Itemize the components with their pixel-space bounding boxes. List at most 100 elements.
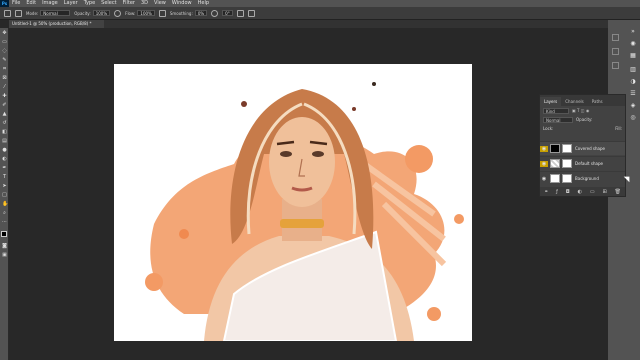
menu-3d[interactable]: 3D <box>138 0 151 7</box>
angle-field[interactable]: 0° <box>222 10 233 16</box>
adjustment-layer-icon[interactable]: ◐ <box>578 189 582 195</box>
layers-panel-icon[interactable]: ◈ <box>629 102 637 110</box>
flow-field[interactable]: 100% <box>137 10 155 16</box>
lasso-tool-icon[interactable]: ◌ <box>2 49 7 54</box>
marquee-tool-icon[interactable]: ▭ <box>2 40 7 45</box>
layers-panel-tabs: Layers Channels Paths <box>540 95 625 106</box>
filter-kind-select[interactable]: Kind <box>543 107 569 114</box>
color-panel-icon[interactable]: ◉ <box>629 40 637 48</box>
menu-layer[interactable]: Layer <box>61 0 81 7</box>
blend-mode-select[interactable]: Normal <box>543 116 573 123</box>
properties-panel-icon[interactable]: ☰ <box>629 90 637 98</box>
smoothing-gear-icon[interactable] <box>211 9 219 17</box>
layer-name[interactable]: Covered shape <box>575 146 605 151</box>
delete-layer-icon[interactable]: 🗑 <box>615 189 621 195</box>
symmetry-icon[interactable] <box>247 9 255 17</box>
screen-mode-icon[interactable]: ▣ <box>2 253 7 258</box>
brush-tool-icon[interactable]: ✐ <box>2 103 7 108</box>
splash-blob <box>427 307 441 321</box>
opacity-label: Opacity: <box>576 117 593 122</box>
pressure-opacity-icon[interactable] <box>114 9 122 17</box>
rectangle-tool-icon[interactable]: □ <box>2 193 7 198</box>
brush-preset-icon[interactable] <box>4 9 11 17</box>
layers-panel-footer: ⚭ ƒ ◘ ◐ ▭ ⊞ 🗑 <box>540 187 625 196</box>
paint-speck <box>372 82 376 86</box>
menu-window[interactable]: Window <box>169 0 195 7</box>
character-panel-icon[interactable] <box>612 62 619 69</box>
document-tab[interactable]: Untitled-1 @ 50% (production, RGB/8) * <box>9 20 104 28</box>
path-select-tool-icon[interactable]: ➤ <box>2 184 7 189</box>
collapse-panels-icon[interactable]: » <box>629 28 637 36</box>
filter-icons[interactable]: ▣ T ◫ ◉ <box>572 108 589 113</box>
menu-select[interactable]: Select <box>98 0 119 7</box>
tab-paths[interactable]: Paths <box>588 97 607 106</box>
new-group-icon[interactable]: ▭ <box>590 189 595 195</box>
eraser-tool-icon[interactable]: ◧ <box>2 130 7 135</box>
history-brush-tool-icon[interactable]: ↺ <box>2 121 7 126</box>
healing-brush-tool-icon[interactable]: ✚ <box>2 94 7 99</box>
pressure-size-icon[interactable] <box>236 9 244 17</box>
artwork-illustration <box>145 82 464 341</box>
eyedropper-tool-icon[interactable]: ⁄ <box>2 85 7 90</box>
foreground-color-swatch[interactable] <box>1 231 7 237</box>
menu-bar: Ps File Edit Image Layer Type Select Fil… <box>0 0 640 7</box>
quick-select-tool-icon[interactable]: ✎ <box>2 58 7 63</box>
layer-row[interactable]: ◉ Default shape <box>540 156 625 170</box>
adjustments-panel-icon[interactable]: ◑ <box>629 78 637 86</box>
document-tab-title: Untitled-1 @ 50% (production, RGB/8) * <box>12 21 92 26</box>
layer-row[interactable]: ◉ Background <box>540 171 625 185</box>
visibility-eye-icon[interactable]: ◉ <box>540 160 548 167</box>
channels-panel-icon[interactable]: ◎ <box>629 114 637 122</box>
choker <box>280 219 324 228</box>
move-tool-icon[interactable]: ✥ <box>2 31 7 36</box>
left-eye <box>280 151 292 157</box>
visibility-eye-icon[interactable]: ◉ <box>540 145 548 152</box>
smoothing-field[interactable]: 0% <box>194 10 208 16</box>
zoom-tool-icon[interactable]: ⌕ <box>2 211 7 216</box>
brush-settings-icon[interactable] <box>15 9 22 17</box>
gradient-tool-icon[interactable]: ▤ <box>2 139 7 144</box>
tab-channels[interactable]: Channels <box>561 97 588 106</box>
layer-name[interactable]: Background <box>575 176 599 181</box>
dodge-tool-icon[interactable]: ◐ <box>2 157 7 162</box>
menu-help[interactable]: Help <box>195 0 212 7</box>
pen-tool-icon[interactable]: ✒ <box>2 166 7 171</box>
layer-mask-thumbnail <box>562 174 572 183</box>
layer-name[interactable]: Default shape <box>575 161 603 166</box>
swatches-panel-icon[interactable]: ▦ <box>629 52 637 60</box>
menu-type[interactable]: Type <box>81 0 98 7</box>
document-tabs: Untitled-1 @ 50% (production, RGB/8) * <box>9 20 609 28</box>
more-tools-icon[interactable]: ⋯ <box>2 220 7 225</box>
menu-edit[interactable]: Edit <box>23 0 39 7</box>
brushes-panel-icon[interactable] <box>612 48 619 55</box>
layers-panel: Layers Channels Paths Kind ▣ T ◫ ◉ Norma… <box>539 94 626 197</box>
link-layers-icon[interactable]: ⚭ <box>544 189 548 195</box>
document-canvas[interactable] <box>114 64 472 341</box>
lock-label: Lock: <box>543 126 554 131</box>
blur-tool-icon[interactable]: ● <box>2 148 7 153</box>
layer-thumbnail <box>550 159 560 168</box>
splash-blob <box>405 145 433 173</box>
stamp-tool-icon[interactable]: ▲ <box>2 112 7 117</box>
crop-tool-icon[interactable]: ⌗ <box>2 67 7 72</box>
opacity-field[interactable]: 100% <box>92 10 111 16</box>
layer-row[interactable]: ◉ Covered shape <box>540 141 625 155</box>
mode-select[interactable]: Normal <box>40 10 71 16</box>
visibility-eye-icon[interactable]: ◉ <box>540 176 548 182</box>
history-panel-icon[interactable] <box>612 34 619 41</box>
type-tool-icon[interactable]: T <box>2 175 7 180</box>
layer-style-icon[interactable]: ƒ <box>556 189 558 195</box>
menu-file[interactable]: File <box>9 0 23 7</box>
libraries-panel-icon[interactable]: ▥ <box>629 66 637 74</box>
tab-layers[interactable]: Layers <box>540 97 562 106</box>
menu-filter[interactable]: Filter <box>120 0 138 7</box>
frame-tool-icon[interactable]: ⊠ <box>2 76 7 81</box>
add-mask-icon[interactable]: ◘ <box>566 189 570 195</box>
airbrush-icon[interactable] <box>158 9 166 17</box>
splash-blob <box>454 214 464 224</box>
hand-tool-icon[interactable]: ✋ <box>2 202 8 207</box>
menu-image[interactable]: Image <box>39 0 61 7</box>
new-layer-icon[interactable]: ⊞ <box>603 189 607 195</box>
quick-mask-icon[interactable]: ◙ <box>2 244 7 249</box>
menu-view[interactable]: View <box>151 0 169 7</box>
